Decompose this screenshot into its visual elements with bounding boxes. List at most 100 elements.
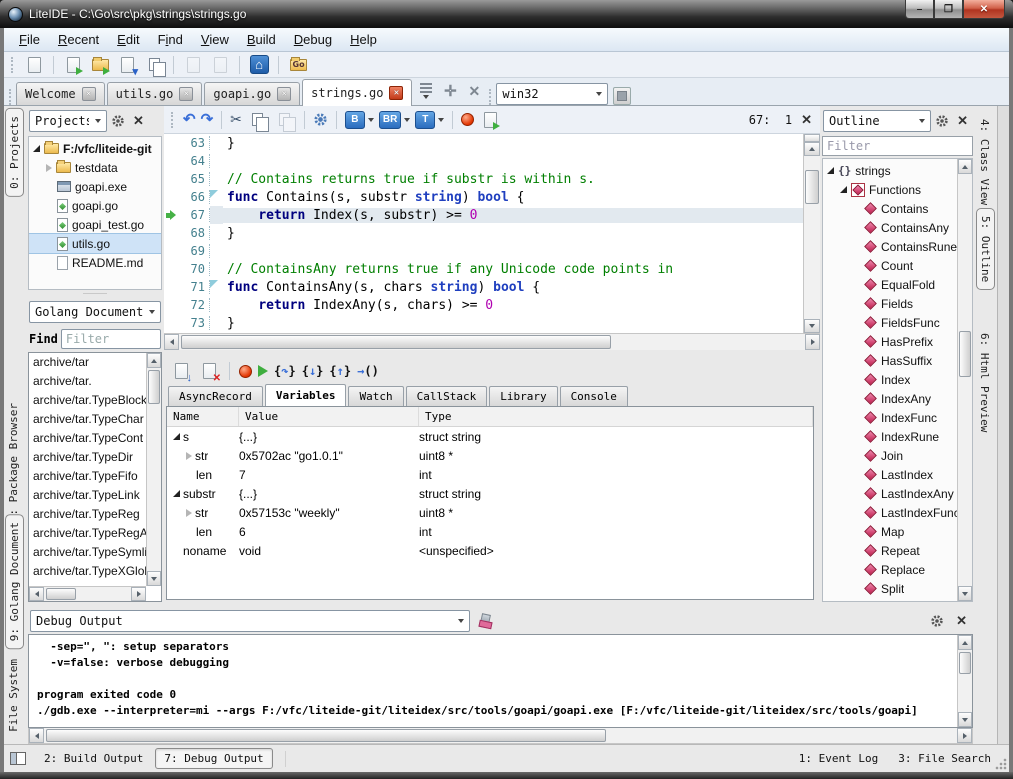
code-line-64[interactable]: 64 [164, 152, 803, 170]
statusbar-item-3-File-Search[interactable]: 3: File Search [890, 749, 999, 768]
tab-close-icon[interactable]: ✕ [82, 87, 96, 101]
build-run-button[interactable]: BR [379, 111, 410, 129]
debug-tab-watch[interactable]: Watch [348, 386, 403, 406]
scroll-up-icon[interactable] [958, 635, 972, 650]
godoc-list-item[interactable]: archive/tar.TypeChar [33, 412, 146, 431]
menu-item-file[interactable]: File [10, 29, 49, 50]
split-editor-icon[interactable]: ✛ [438, 79, 462, 103]
scrollbar-thumb[interactable] [959, 331, 971, 377]
project-item-goapi_test-go[interactable]: goapi_test.go [29, 215, 161, 234]
godoc-list-item[interactable]: archive/tar.TypeBlock [33, 393, 146, 412]
outline-item-IndexAny[interactable]: IndexAny [823, 389, 957, 408]
output-horizontal-scrollbar[interactable] [28, 728, 973, 744]
scroll-down-icon[interactable] [958, 712, 972, 727]
godoc-list-item[interactable]: archive/tar. [33, 374, 146, 393]
column-header-value[interactable]: Value [239, 407, 419, 426]
scrollbar-thumb[interactable] [148, 370, 160, 404]
code-line-73[interactable]: 73} [164, 314, 803, 332]
copy-icon[interactable] [247, 109, 269, 131]
code-line-63[interactable]: 63} [164, 134, 803, 152]
debug-tab-callstack[interactable]: CallStack [406, 386, 488, 406]
expander-icon[interactable] [33, 145, 40, 152]
output-combo[interactable]: Debug Output [30, 610, 470, 632]
outline-gear-icon[interactable] [935, 114, 949, 128]
outline-item-IndexFunc[interactable]: IndexFunc [823, 408, 957, 427]
projects-close-icon[interactable]: ✕ [129, 113, 148, 129]
run-to-line-icon[interactable]: →() [357, 364, 379, 378]
outline-item-Split[interactable]: Split [823, 579, 957, 598]
outline-item-Repeat[interactable]: Repeat [823, 541, 957, 560]
code-line-67[interactable]: 67 return Index(s, substr) >= 0 [164, 206, 803, 224]
code-line-70[interactable]: 70// ContainsAny returns true if any Uni… [164, 260, 803, 278]
menu-item-help[interactable]: Help [341, 29, 386, 50]
cut-icon[interactable]: ✂ [230, 111, 242, 128]
code-line-66[interactable]: 66func Contains(s, substr string) bool { [164, 188, 803, 206]
export-icon[interactable] [182, 54, 204, 76]
scroll-left-icon[interactable] [164, 334, 179, 350]
column-header-name[interactable]: Name [167, 407, 239, 426]
statusbar-item-1-Event-Log[interactable]: 1: Event Log [791, 749, 886, 768]
expander-icon[interactable] [173, 433, 180, 440]
scroll-left-icon[interactable] [29, 728, 44, 743]
editor-debug-splitter[interactable] [164, 350, 820, 358]
goenv-icon[interactable]: Go [287, 54, 309, 76]
step-out-icon[interactable]: {↑} [329, 364, 351, 378]
menu-item-recent[interactable]: Recent [49, 29, 108, 50]
godoc-list-item[interactable]: archive/tar.TypeRegA [33, 526, 146, 545]
sidebar-splitter[interactable] [26, 290, 164, 298]
editor-settings-gear-icon[interactable] [313, 112, 328, 127]
variable-row-len[interactable]: len6int [167, 522, 813, 541]
project-item-F-vfc-liteide-git[interactable]: F:/vfc/liteide-git [29, 139, 161, 158]
save-file-icon[interactable]: ▾ [116, 54, 138, 76]
outline-item-EqualFold[interactable]: EqualFold [823, 275, 957, 294]
expander-icon[interactable] [840, 186, 847, 193]
tab-close-icon[interactable]: ✕ [277, 87, 291, 101]
outline-combo[interactable]: Outline [823, 110, 931, 132]
tab-list-icon[interactable] [414, 79, 438, 103]
print-icon[interactable] [209, 54, 231, 76]
minimize-button[interactable]: – [905, 0, 934, 19]
project-item-goapi-exe[interactable]: goapi.exe [29, 177, 161, 196]
column-header-type[interactable]: Type [419, 407, 813, 426]
outline-item-HasSuffix[interactable]: HasSuffix [823, 351, 957, 370]
load-session-icon[interactable]: ↓ [170, 360, 192, 382]
scroll-up-icon[interactable] [804, 142, 820, 156]
menu-item-build[interactable]: Build [238, 29, 285, 50]
fold-marker-icon[interactable] [210, 188, 223, 206]
document-tab-goapi-go[interactable]: goapi.go✕ [204, 82, 300, 105]
statusbar-item-2-Build-Output[interactable]: 2: Build Output [36, 749, 151, 768]
outline-filter-input[interactable] [822, 136, 973, 156]
scroll-right-icon[interactable] [805, 334, 820, 350]
outline-item-Fields[interactable]: Fields [823, 294, 957, 313]
outline-item-ContainsAny[interactable]: ContainsAny [823, 218, 957, 237]
clear-output-icon[interactable] [478, 614, 492, 628]
outline-item-ContainsRune[interactable]: ContainsRune [823, 237, 957, 256]
variable-row-substr[interactable]: substr{...}struct string [167, 484, 813, 503]
projects-gear-icon[interactable] [111, 114, 125, 128]
test-button[interactable]: T [415, 111, 444, 129]
redo-icon[interactable]: ↷ [201, 113, 214, 127]
outline-vertical-scrollbar[interactable] [957, 159, 972, 601]
godoc-list-item[interactable]: archive/tar.TypeFifo [33, 469, 146, 488]
output-close-icon[interactable]: ✕ [952, 613, 971, 629]
godoc-list-item[interactable]: archive/tar.TypeSymlink [33, 545, 146, 564]
document-tab-Welcome[interactable]: Welcome✕ [16, 82, 105, 105]
scroll-right-icon[interactable] [131, 587, 146, 601]
target-options-button[interactable] [613, 87, 631, 105]
debug-tab-variables[interactable]: Variables [265, 384, 347, 406]
dock-tab-8-Package-Browser[interactable]: 8: Package Browser [5, 396, 22, 529]
outline-item-Join[interactable]: Join [823, 446, 957, 465]
step-over-icon[interactable]: {↷} [274, 364, 296, 378]
outline-item-Index[interactable]: Index [823, 370, 957, 389]
paste-icon[interactable] [274, 109, 296, 131]
outline-item-Map[interactable]: Map [823, 522, 957, 541]
godoc-list-item[interactable]: archive/tar.TypeXGlobalHeader [33, 564, 146, 583]
scroll-down-icon[interactable] [147, 571, 161, 586]
scroll-down-icon[interactable] [804, 319, 820, 333]
godoc-list-item[interactable]: archive/tar.TypeReg [33, 507, 146, 526]
variable-row-len[interactable]: len7int [167, 465, 813, 484]
editor-horizontal-scrollbar[interactable] [164, 333, 820, 350]
save-all-icon[interactable] [143, 54, 165, 76]
outline-item-HasPrefix[interactable]: HasPrefix [823, 332, 957, 351]
expander-icon[interactable] [827, 167, 834, 174]
